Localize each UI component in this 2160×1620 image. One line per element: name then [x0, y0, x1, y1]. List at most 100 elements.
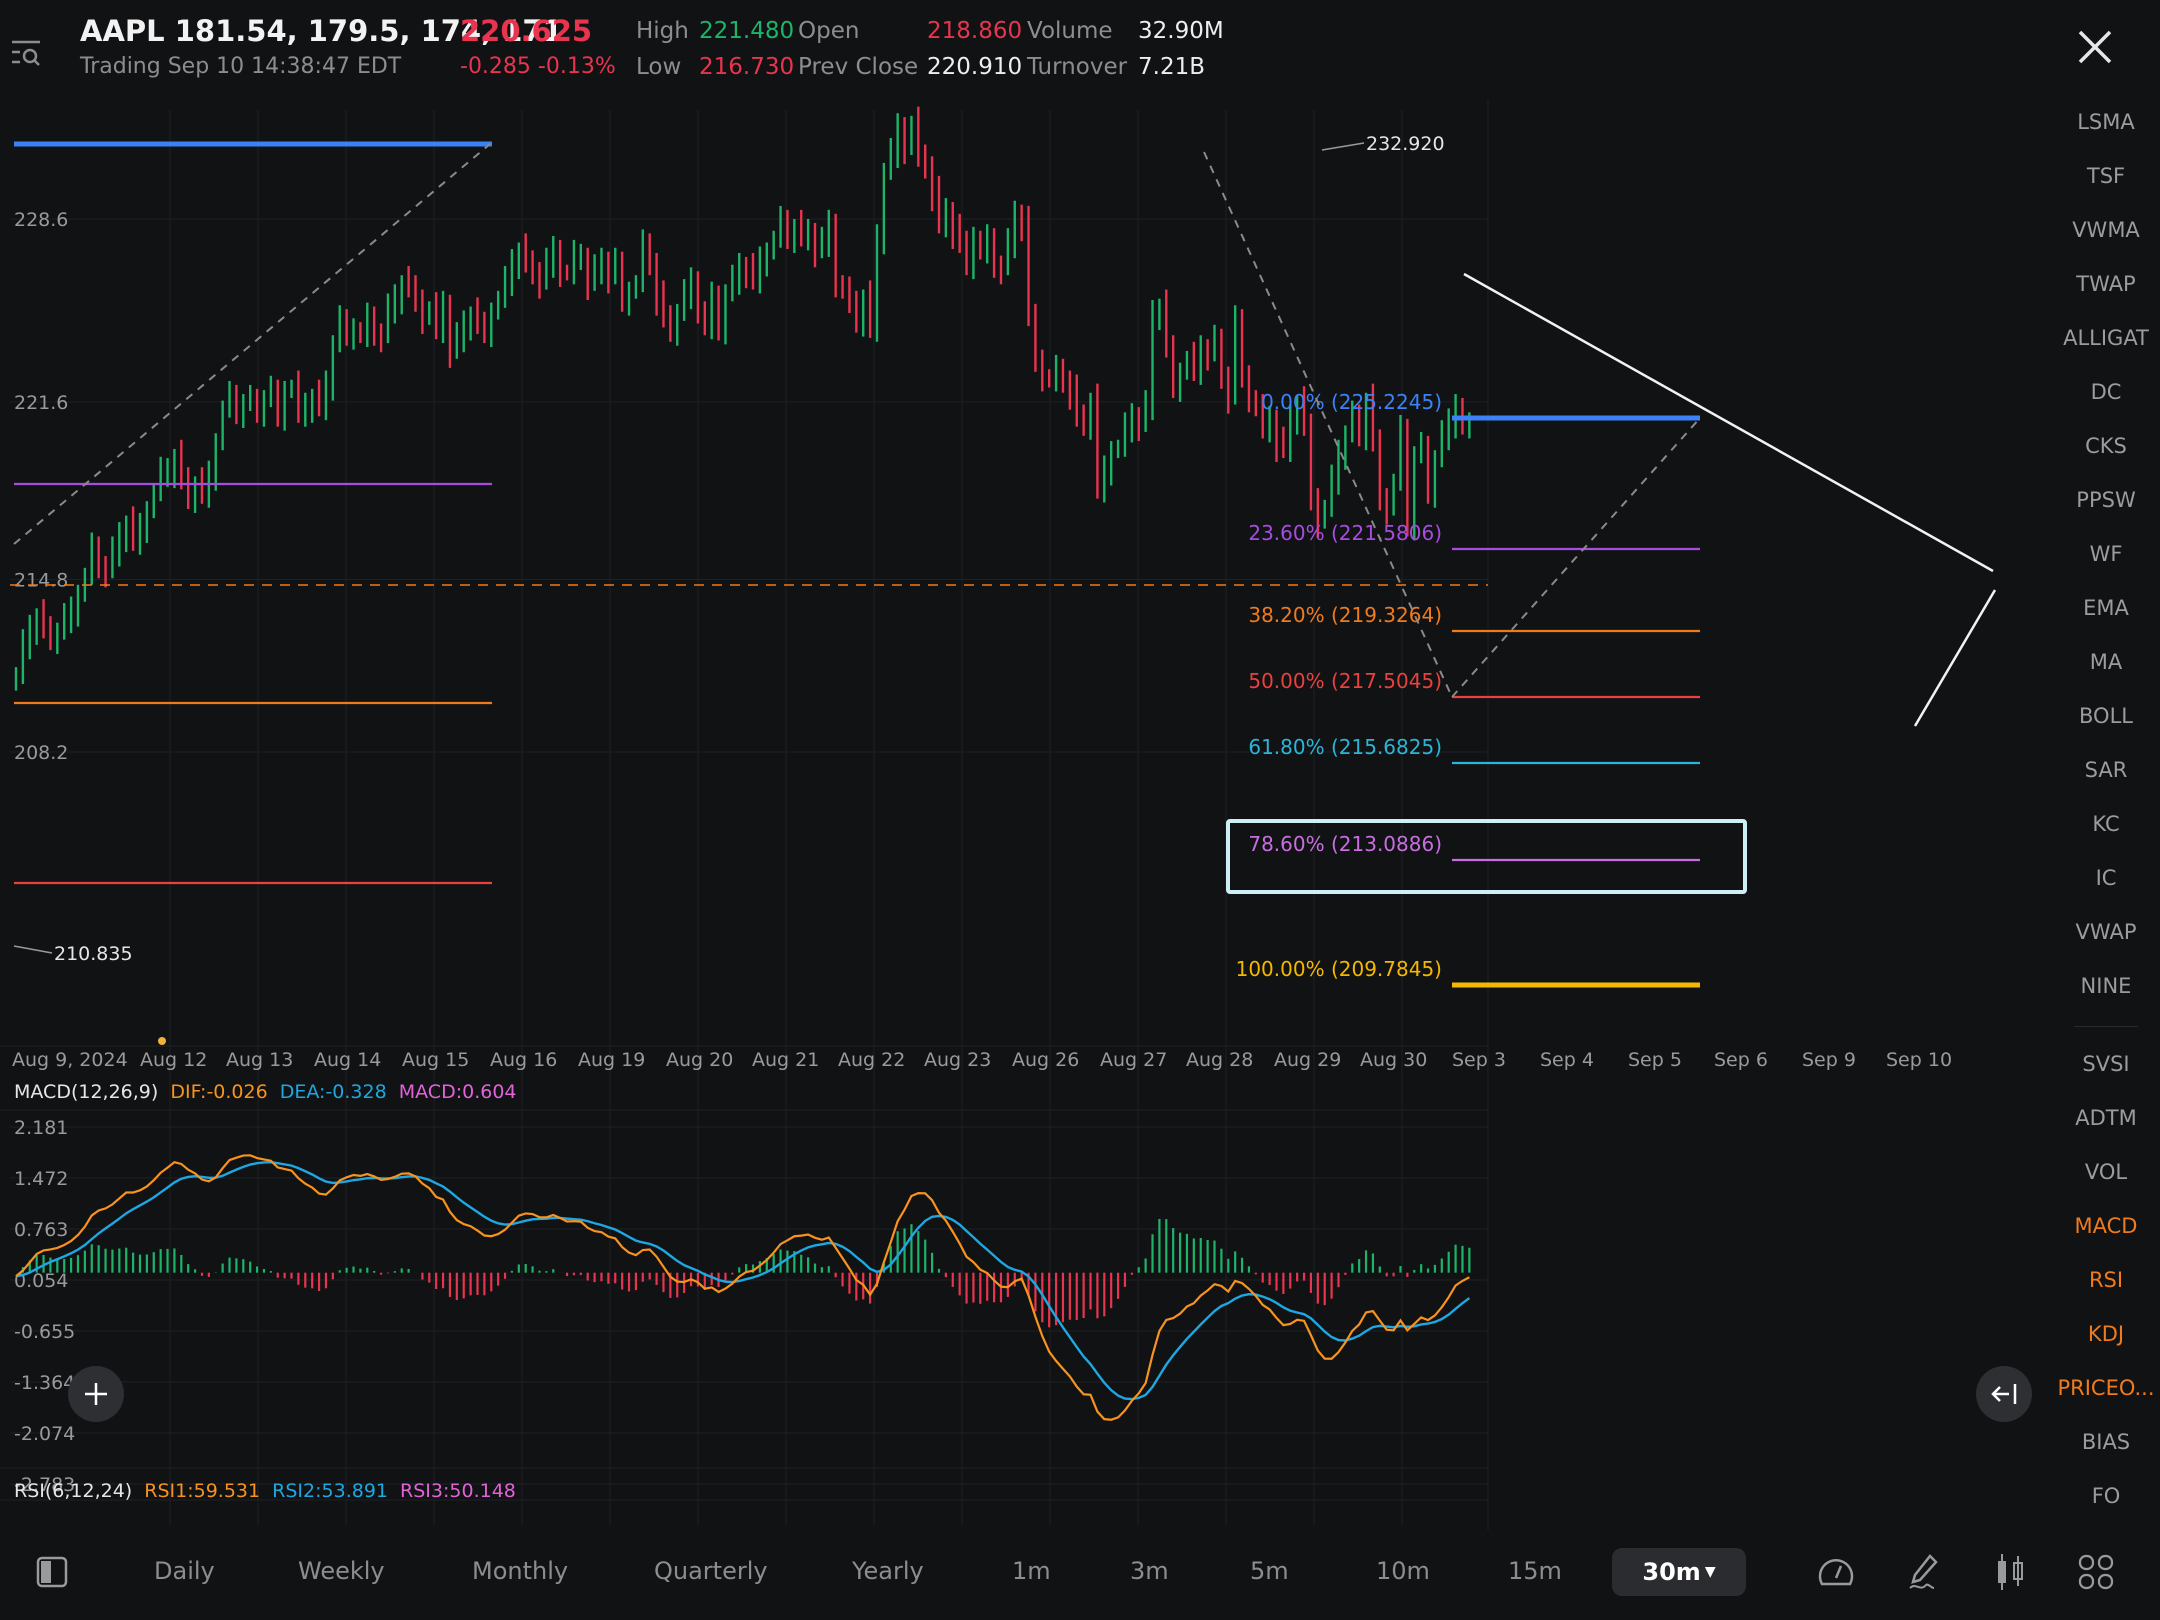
indicator-priceo[interactable]: PRICEO...: [2052, 1376, 2160, 1400]
stat-volume-value: 32.90M: [1138, 18, 1224, 44]
grid-menu-icon[interactable]: [2076, 1552, 2116, 1592]
indicator-twap[interactable]: TWAP: [2052, 272, 2160, 296]
indicator-macd[interactable]: MACD: [2052, 1214, 2160, 1238]
macd-legend-dea: DEA:-0.328: [279, 1081, 387, 1103]
fib-level-label: 0.00% (225.2245): [1261, 390, 1442, 414]
timeframe-3m[interactable]: 3m: [1130, 1557, 1169, 1585]
stat-turnover-value: 7.21B: [1138, 54, 1205, 80]
speedometer-icon[interactable]: [1816, 1552, 1856, 1592]
indicator-sar[interactable]: SAR: [2052, 758, 2160, 782]
stat-prev-close-value: 220.910: [927, 54, 1023, 80]
indicator-nine[interactable]: NINE: [2052, 974, 2160, 998]
timeframe-10m[interactable]: 10m: [1376, 1557, 1430, 1585]
rsi-legend-rsi2: RSI2:53.891: [272, 1480, 388, 1502]
layout-toggle-icon[interactable]: [32, 1552, 72, 1592]
arrow-left-bar-icon: [1991, 1384, 2017, 1404]
stat-open-label: Open: [798, 18, 860, 44]
timeframe-active-30m[interactable]: 30m ▼: [1612, 1548, 1746, 1596]
date-tick-label: Sep 6: [1714, 1049, 1768, 1071]
timeframe-weekly[interactable]: Weekly: [298, 1557, 385, 1585]
timeframe-yearly[interactable]: Yearly: [852, 1557, 924, 1585]
timeframe-daily[interactable]: Daily: [154, 1557, 215, 1585]
rsi-legend-rsi1: RSI1:59.531: [144, 1480, 261, 1502]
timeframe-quarterly[interactable]: Quarterly: [654, 1557, 768, 1585]
macd-tick-label: 0.054: [14, 1270, 68, 1292]
timeframe-1m[interactable]: 1m: [1012, 1557, 1051, 1585]
indicator-svsi[interactable]: SVSI: [2052, 1052, 2160, 1076]
indicator-boll[interactable]: BOLL: [2052, 704, 2160, 728]
add-drawing-button[interactable]: [68, 1366, 124, 1422]
event-marker[interactable]: [158, 1037, 166, 1045]
indicator-alligat[interactable]: ALLIGAT: [2052, 326, 2160, 350]
date-tick-label: Sep 4: [1540, 1049, 1594, 1071]
support-trendline[interactable]: [1913, 589, 1997, 727]
dea-line: [15, 1160, 1471, 1401]
search-list-icon[interactable]: [10, 38, 44, 70]
macd-tick-label: -1.364: [14, 1372, 75, 1394]
indicator-kc[interactable]: KC: [2052, 812, 2160, 836]
indicator-ema[interactable]: EMA: [2052, 596, 2160, 620]
quote-header: AAPL 181.54, 179.5, 174, 171 220.625 Tra…: [0, 0, 2160, 90]
indicator-adtm[interactable]: ADTM: [2052, 1106, 2160, 1130]
rsi-legend: RSI(6,12,24) RSI1:59.531 RSI2:53.891 RSI…: [14, 1480, 516, 1502]
date-tick-label: Aug 27: [1100, 1049, 1167, 1071]
indicator-tsf[interactable]: TSF: [2052, 164, 2160, 188]
close-icon[interactable]: [2072, 24, 2118, 70]
indicator-vol[interactable]: VOL: [2052, 1160, 2160, 1184]
price-tick-label: 208.2: [14, 742, 68, 764]
macd-legend-dif: DIF:-0.026: [170, 1081, 268, 1103]
last-price: 220.625: [460, 14, 593, 48]
candlestick-chart-icon[interactable]: [1990, 1552, 2030, 1592]
low-annotation: 210.835: [54, 943, 133, 965]
stat-low-value: 216.730: [699, 54, 795, 80]
date-tick-label: Sep 10: [1886, 1049, 1952, 1071]
stat-turnover-label: Turnover: [1027, 54, 1128, 80]
macd-tick-label: 1.472: [14, 1168, 68, 1190]
date-tick-label: Aug 21: [752, 1049, 819, 1071]
indicator-vwma[interactable]: VWMA: [2052, 218, 2160, 242]
high-annotation-leader: [1321, 142, 1365, 151]
indicator-ic[interactable]: IC: [2052, 866, 2160, 890]
timeframe-15m[interactable]: 15m: [1508, 1557, 1562, 1585]
date-tick-label: Aug 26: [1012, 1049, 1079, 1071]
price-change: -0.285 -0.13%: [460, 54, 616, 79]
scroll-to-latest-button[interactable]: [1976, 1366, 2032, 1422]
indicator-fo[interactable]: FO: [2052, 1484, 2160, 1508]
stat-high-value: 221.480: [699, 18, 795, 44]
resistance-trendline[interactable]: [1463, 272, 1994, 573]
draw-pen-icon[interactable]: [1904, 1552, 1944, 1592]
indicator-lsma[interactable]: LSMA: [2052, 110, 2160, 134]
high-annotation: 232.920: [1366, 133, 1445, 155]
timeframe-5m[interactable]: 5m: [1250, 1557, 1289, 1585]
indicator-kdj[interactable]: KDJ: [2052, 1322, 2160, 1346]
macd-legend-macd: MACD:0.604: [398, 1081, 517, 1103]
timeframe-monthly[interactable]: Monthly: [472, 1557, 568, 1585]
indicator-ma[interactable]: MA: [2052, 650, 2160, 674]
date-tick-label: Aug 23: [924, 1049, 991, 1071]
chart-canvas[interactable]: 228.6 221.6 214.8 208.2 Aug 9, 2024 Aug 12 Aug…: [0, 0, 2160, 1620]
indicator-rsi[interactable]: RSI: [2052, 1268, 2160, 1292]
fib-level-label: 38.20% (219.3264): [1248, 603, 1442, 627]
indicator-divider: [2074, 1026, 2138, 1027]
indicator-ppsw[interactable]: PPSW: [2052, 488, 2160, 512]
indicator-vwap[interactable]: VWAP: [2052, 920, 2160, 944]
date-tick-label: Aug 16: [490, 1049, 557, 1071]
macd-legend-title: MACD(12,26,9): [14, 1081, 159, 1103]
indicator-cks[interactable]: CKS: [2052, 434, 2160, 458]
date-tick-label: Aug 22: [838, 1049, 905, 1071]
price-tick-label: 214.8: [14, 570, 68, 592]
indicator-wf[interactable]: WF: [2052, 542, 2160, 566]
low-annotation-leader: [13, 945, 53, 954]
rsi-legend-rsi3: RSI3:50.148: [400, 1480, 516, 1502]
fib-trendline-up[interactable]: [1451, 417, 1701, 698]
indicator-bias[interactable]: BIAS: [2052, 1430, 2160, 1454]
indicator-dc[interactable]: DC: [2052, 380, 2160, 404]
macd-tick-label: -0.655: [14, 1321, 75, 1343]
macd-legend: MACD(12,26,9) DIF:-0.026 DEA:-0.328 MACD…: [14, 1081, 517, 1103]
macd-tick-label: 2.181: [14, 1117, 68, 1139]
caret-down-icon: ▼: [1704, 1564, 1716, 1580]
fib-level-label: 23.60% (221.5806): [1248, 521, 1442, 545]
fib-level-label: 100.00% (209.7845): [1236, 957, 1442, 981]
plus-icon: [85, 1383, 107, 1405]
date-tick-label: Aug 13: [226, 1049, 293, 1071]
